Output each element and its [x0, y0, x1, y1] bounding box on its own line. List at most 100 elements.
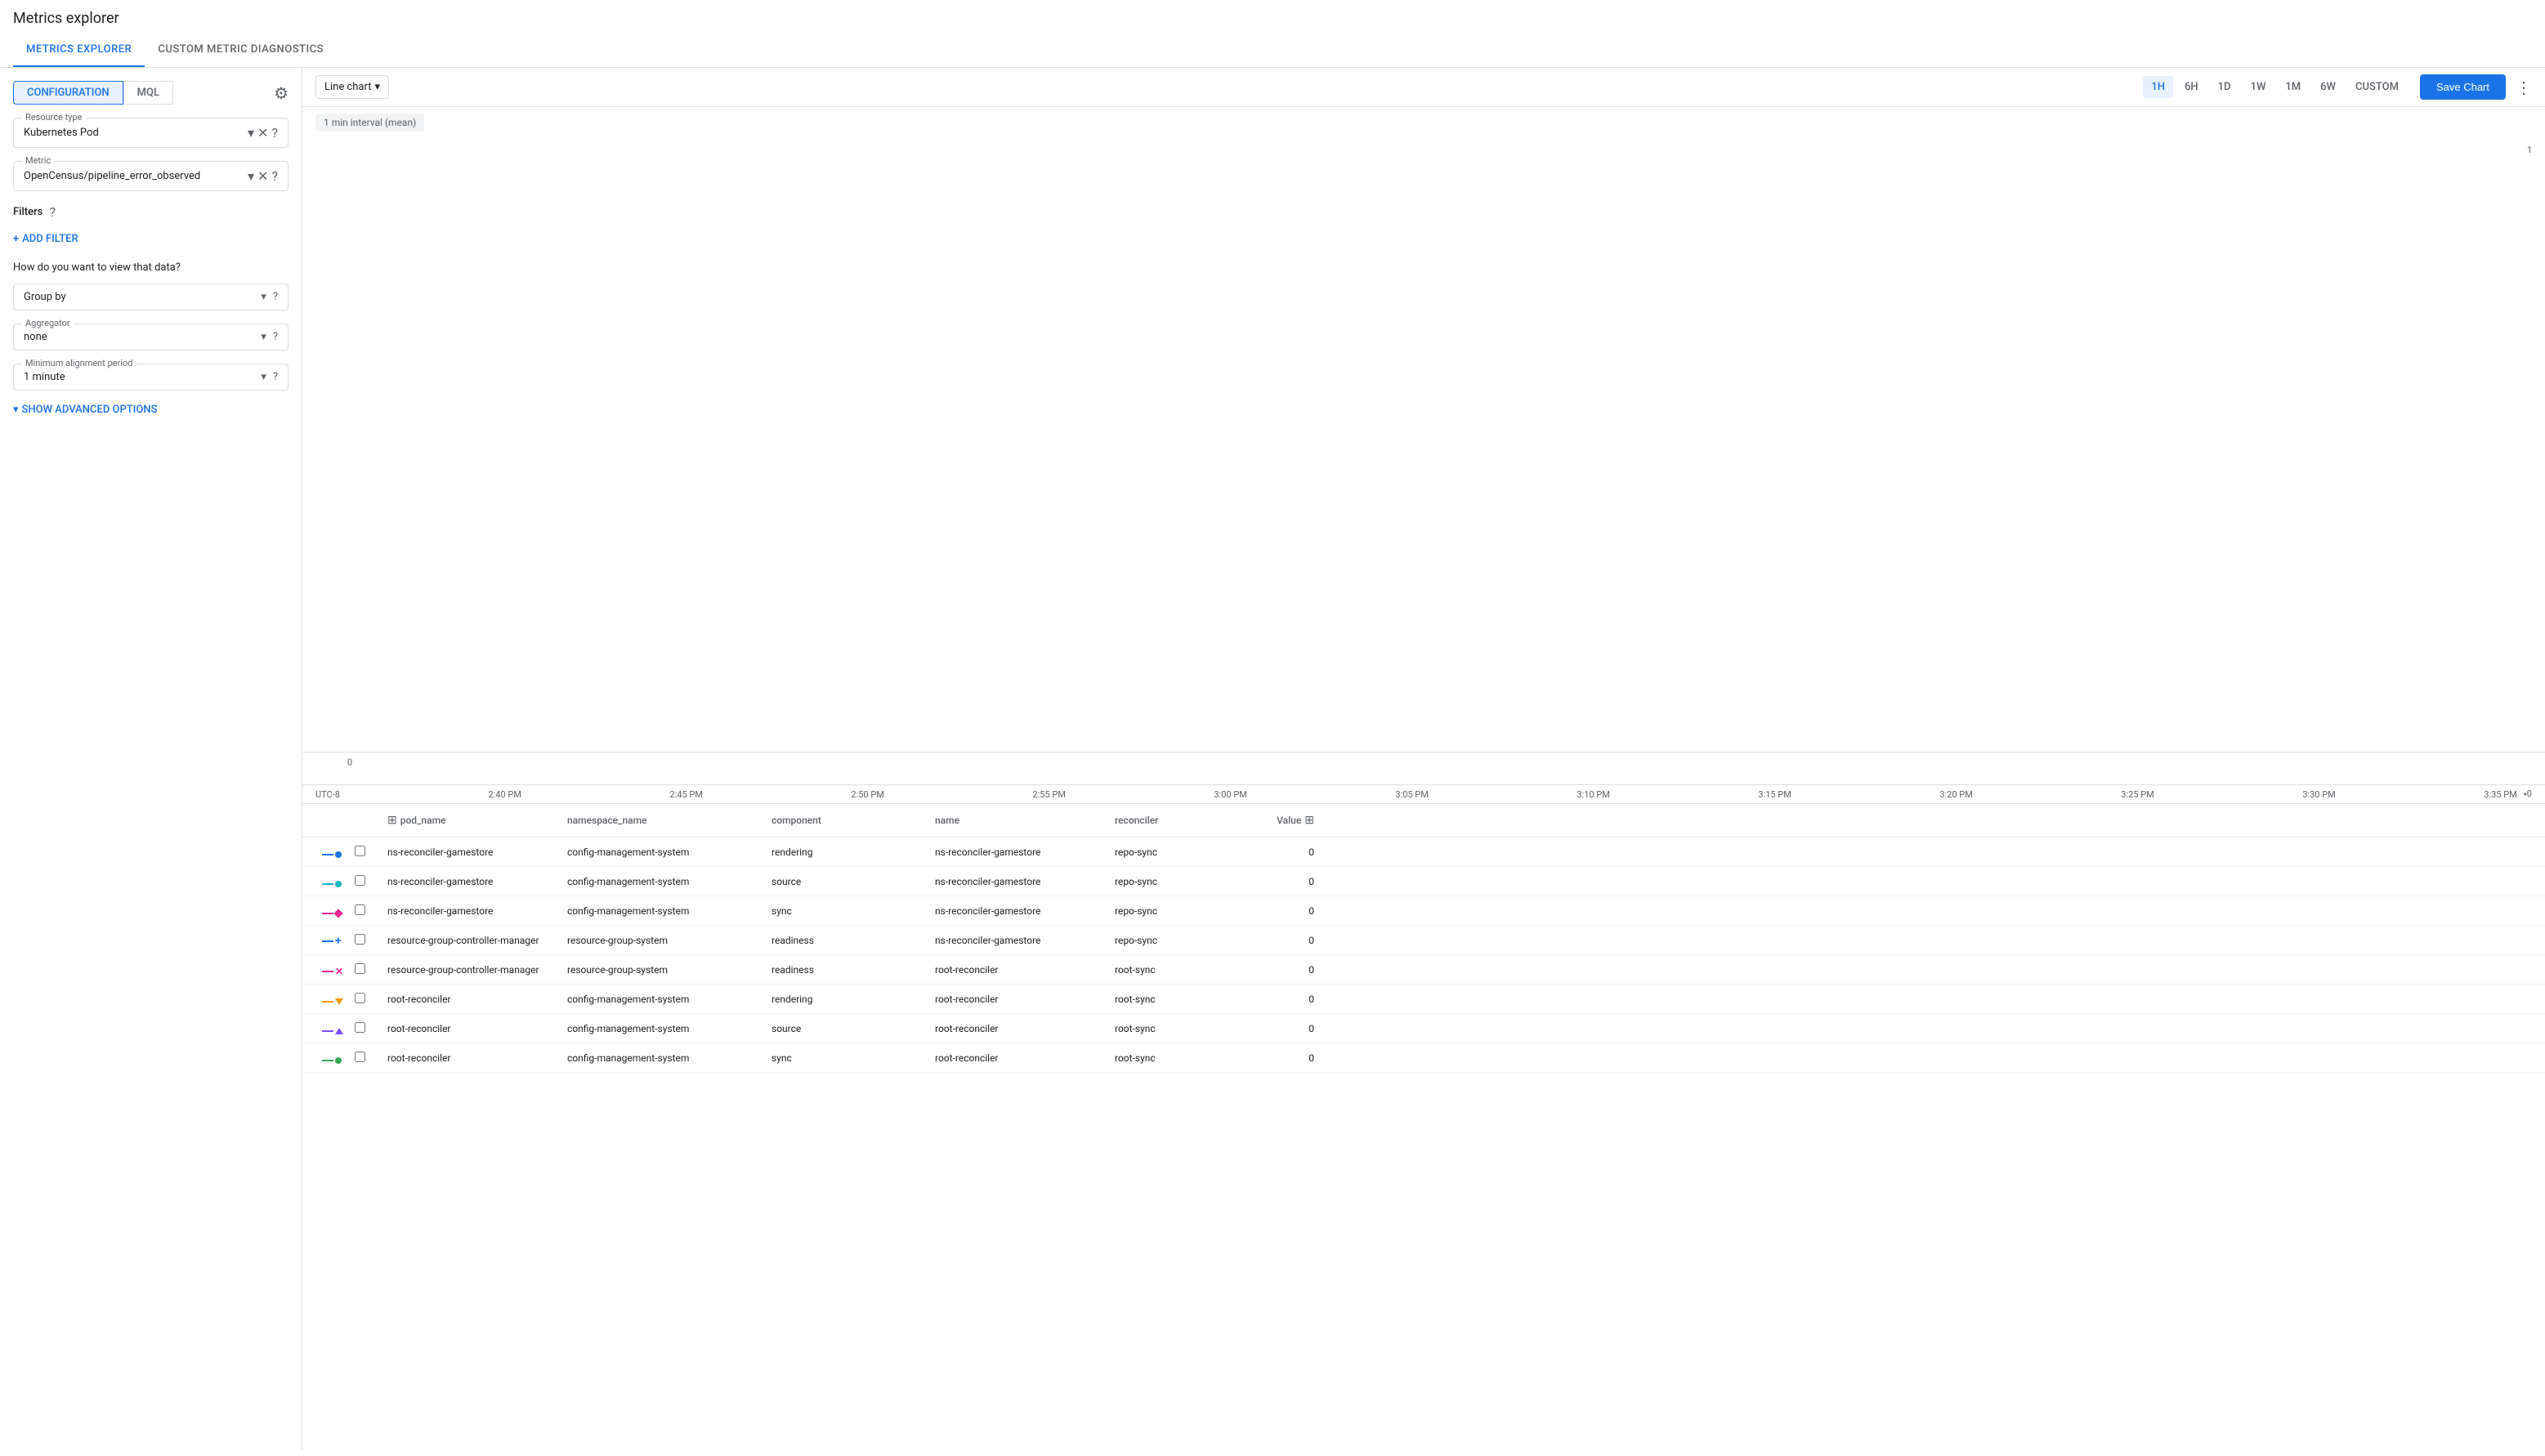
time-btn-1m[interactable]: 1M — [2277, 76, 2309, 98]
sidebar-tabs: CONFIGURATION MQL ⚙ — [13, 81, 288, 105]
group-by-field: Group by ▾ ? — [13, 284, 288, 310]
time-btn-1h[interactable]: 1H — [2143, 76, 2173, 98]
col-header-value: Value ⊞ — [1255, 811, 1321, 830]
row-name: ns-reconciler-gamestore — [928, 928, 1108, 953]
row-checkbox[interactable] — [348, 869, 381, 895]
row-pod-name: resource-group-controller-manager — [381, 958, 561, 982]
chart-xaxis: UTC-8 2:40 PM 2:45 PM 2:50 PM 2:55 PM 3:… — [302, 785, 2545, 804]
row-reconciler: repo-sync — [1108, 899, 1255, 923]
time-btn-6h[interactable]: 6H — [2176, 76, 2207, 98]
row-namespace: config-management-system — [561, 869, 765, 894]
group-by-help-icon[interactable]: ? — [273, 291, 278, 303]
filters-row: Filters ? — [13, 204, 288, 220]
metric-label: Metric — [22, 155, 54, 166]
xaxis-label-335: 3:35 PM — [2484, 789, 2516, 800]
row-reconciler: root-sync — [1108, 1016, 1255, 1041]
chart-canvas: 1 0 — [302, 138, 2545, 785]
group-by-arrow[interactable]: ▾ — [261, 291, 266, 303]
main-tabs: METRICS EXPLORER CUSTOM METRIC DIAGNOSTI… — [0, 33, 2545, 68]
row-value: 0 — [1255, 958, 1321, 982]
more-options-icon[interactable]: ⋮ — [2516, 78, 2532, 97]
table-row: ns-reconciler-gamestore config-managemen… — [302, 837, 2545, 867]
row-reconciler: repo-sync — [1108, 869, 1255, 894]
aggregator-help-icon[interactable]: ? — [273, 331, 278, 343]
row-checkbox[interactable] — [348, 957, 381, 983]
xaxis-label-255: 2:55 PM — [1032, 789, 1065, 800]
metric-dropdown-arrow[interactable]: ▾ — [248, 168, 254, 184]
view-question: How do you want to view that data? — [13, 261, 288, 274]
table-row: ns-reconciler-gamestore config-managemen… — [302, 867, 2545, 896]
time-btn-1w[interactable]: 1W — [2243, 76, 2274, 98]
row-name: root-reconciler — [928, 958, 1108, 982]
row-name: root-reconciler — [928, 1046, 1108, 1070]
row-checkbox[interactable] — [348, 1016, 381, 1042]
row-checkbox[interactable] — [348, 839, 381, 865]
row-name: root-reconciler — [928, 1016, 1108, 1041]
resource-type-help-icon[interactable]: ? — [271, 125, 278, 141]
chart-type-select[interactable]: Line chart ▾ — [315, 75, 389, 99]
row-component: readiness — [765, 928, 928, 953]
chart-toolbar: Line chart ▾ 1H 6H 1D 1W 1M 6W CUSTOM Sa… — [302, 68, 2545, 107]
min-alignment-value: 1 minute — [24, 371, 261, 383]
col-header-namespace: namespace_name — [561, 811, 765, 829]
series-indicator — [315, 987, 348, 1012]
xaxis-label-325: 3:25 PM — [2121, 789, 2154, 800]
row-checkbox[interactable] — [348, 927, 381, 954]
col-header-component: component — [765, 811, 928, 829]
metric-clear-icon[interactable]: ✕ — [257, 168, 268, 184]
min-alignment-arrow[interactable]: ▾ — [261, 371, 266, 383]
chart-type-label: Line chart — [324, 81, 371, 93]
sidebar-tab-configuration[interactable]: CONFIGURATION — [13, 81, 123, 105]
filters-help-icon[interactable]: ? — [49, 204, 56, 220]
row-component: sync — [765, 899, 928, 923]
aggregator-label: Aggregator — [22, 318, 74, 328]
show-advanced-label: SHOW ADVANCED OPTIONS — [22, 404, 158, 416]
row-reconciler: root-sync — [1108, 1046, 1255, 1070]
series-indicator — [315, 1016, 348, 1041]
aggregator-field: Aggregator none ▾ ? — [13, 324, 288, 351]
metric-help-icon[interactable]: ? — [271, 168, 278, 184]
resource-type-clear-icon[interactable]: ✕ — [257, 125, 268, 141]
resource-type-value: Kubernetes Pod — [24, 127, 244, 139]
xaxis-zero-indicator: ⬩0 — [2524, 788, 2532, 800]
row-checkbox[interactable] — [348, 898, 381, 924]
time-btn-custom[interactable]: CUSTOM — [2347, 76, 2407, 98]
row-namespace: config-management-system — [561, 1046, 765, 1070]
columns-icon[interactable]: ⊞ — [1304, 814, 1314, 827]
add-filter-label: ADD FILTER — [22, 233, 78, 245]
row-pod-name: ns-reconciler-gamestore — [381, 899, 561, 923]
row-pod-name: ns-reconciler-gamestore — [381, 869, 561, 894]
min-alignment-help-icon[interactable]: ? — [273, 371, 278, 383]
time-btn-1d[interactable]: 1D — [2210, 76, 2239, 98]
time-btn-6w[interactable]: 6W — [2312, 76, 2344, 98]
chevron-down-icon: ▾ — [13, 404, 19, 416]
row-checkbox[interactable] — [348, 1045, 381, 1071]
metric-field: Metric OpenCensus/pipeline_error_observe… — [13, 161, 288, 191]
row-component: rendering — [765, 840, 928, 864]
xaxis-label-250: 2:50 PM — [851, 789, 883, 800]
resource-type-dropdown-arrow[interactable]: ▾ — [248, 125, 254, 141]
settings-icon[interactable]: ⚙ — [274, 83, 288, 103]
aggregator-arrow[interactable]: ▾ — [261, 331, 266, 343]
add-filter-plus-icon: + — [13, 233, 19, 245]
row-component: sync — [765, 1046, 928, 1070]
tab-metrics-explorer[interactable]: METRICS EXPLORER — [13, 33, 145, 67]
sidebar-tab-mql[interactable]: MQL — [123, 81, 173, 105]
row-pod-name: root-reconciler — [381, 1016, 561, 1041]
row-pod-name: root-reconciler — [381, 987, 561, 1012]
xaxis-label-245: 2:45 PM — [669, 789, 702, 800]
tab-custom-metric-diagnostics[interactable]: CUSTOM METRIC DIAGNOSTICS — [145, 33, 337, 67]
row-reconciler: root-sync — [1108, 987, 1255, 1012]
table-row: root-reconciler config-management-system… — [302, 1014, 2545, 1043]
add-filter-button[interactable]: + ADD FILTER — [13, 230, 288, 248]
row-namespace: config-management-system — [561, 899, 765, 923]
main-content: CONFIGURATION MQL ⚙ Resource type Kubern… — [0, 68, 2545, 1450]
show-advanced-button[interactable]: ▾ SHOW ADVANCED OPTIONS — [13, 404, 288, 416]
save-chart-button[interactable]: Save Chart — [2420, 74, 2506, 100]
col-header-series — [315, 817, 348, 824]
min-alignment-field: Minimum alignment period 1 minute ▾ ? — [13, 364, 288, 391]
chart-area: Line chart ▾ 1H 6H 1D 1W 1M 6W CUSTOM Sa… — [302, 68, 2545, 1450]
row-checkbox[interactable] — [348, 986, 381, 1012]
row-pod-name: root-reconciler — [381, 1046, 561, 1070]
svg-text:0: 0 — [347, 757, 352, 767]
